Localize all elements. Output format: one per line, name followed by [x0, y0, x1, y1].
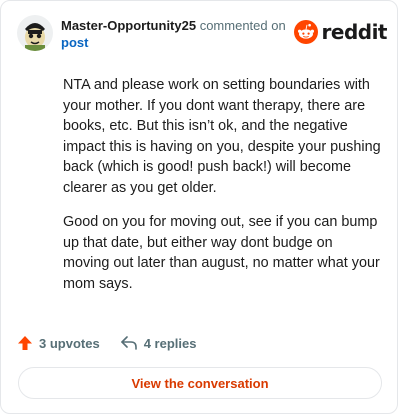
reply-arrow-icon	[120, 336, 137, 350]
reddit-wordmark: reddit	[321, 20, 388, 44]
comment-footer: 3 upvotes 4 replies	[17, 333, 216, 353]
comment-header: Master-Opportunity25 commented on post r…	[17, 15, 388, 55]
comment-paragraph: NTA and please work on setting boundarie…	[63, 77, 381, 196]
embedded-comment-card: Master-Opportunity25 commented on post r…	[0, 0, 398, 414]
username[interactable]: Master-Opportunity25	[61, 18, 196, 33]
replies-count: 4 replies	[143, 335, 197, 351]
avatar-icon	[17, 15, 53, 51]
reddit-brand[interactable]: reddit	[293, 19, 388, 45]
upvote-arrow-icon	[18, 336, 32, 350]
replies-stat[interactable]: 4 replies	[120, 335, 197, 351]
avatar[interactable]	[17, 15, 53, 51]
comment-body: NTA and please work on setting boundarie…	[63, 75, 383, 308]
action-text: commented on	[199, 18, 286, 33]
post-link[interactable]: post	[61, 34, 301, 51]
upvotes-stat[interactable]: 3 upvotes	[17, 335, 100, 351]
comment-meta: Master-Opportunity25 commented on post	[61, 17, 301, 51]
comment-paragraph: Good on you for moving out, see if you c…	[63, 214, 380, 292]
upvotes-count: 3 upvotes	[39, 335, 100, 351]
view-conversation-button[interactable]: View the conversation	[18, 367, 382, 399]
reddit-snoo-icon	[293, 20, 318, 44]
